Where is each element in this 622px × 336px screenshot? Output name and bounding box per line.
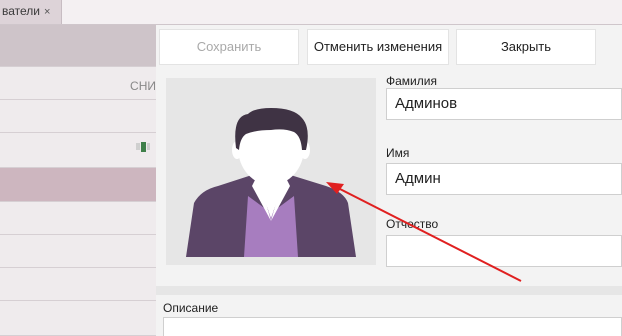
table-row[interactable] — [0, 301, 156, 336]
close-button[interactable]: Закрыть — [456, 29, 596, 65]
table-row[interactable] — [0, 67, 156, 100]
user-photo[interactable] — [166, 78, 376, 265]
tab-users[interactable]: ватели × — [0, 0, 62, 24]
patronymic-label: Отчество — [386, 217, 439, 231]
table-row[interactable] — [0, 268, 156, 301]
save-button[interactable]: Сохранить — [159, 29, 299, 65]
close-icon[interactable]: × — [44, 6, 50, 18]
name-field[interactable]: Админ — [386, 163, 622, 195]
table-row[interactable] — [0, 100, 156, 133]
cancel-changes-button[interactable]: Отменить изменения — [307, 29, 449, 65]
table-row-selected[interactable] — [0, 168, 156, 202]
user-edit-dialog: Сохранить Отменить изменения Закрыть Фам… — [156, 25, 622, 336]
patronymic-field[interactable] — [386, 235, 622, 267]
surname-field[interactable]: Админов — [386, 88, 622, 120]
surname-label: Фамилия — [386, 74, 437, 88]
table-row[interactable] — [0, 235, 156, 268]
name-label: Имя — [386, 146, 410, 160]
users-list-panel: СНИ — [0, 25, 156, 336]
avatar-icon — [186, 108, 356, 257]
tab-label: ватели — [2, 4, 40, 18]
table-row[interactable] — [0, 133, 156, 168]
list-toolbar — [0, 25, 156, 67]
section-divider — [156, 286, 622, 295]
tab-bar: ватели × — [0, 0, 622, 25]
description-label: Описание — [163, 301, 219, 315]
description-field[interactable] — [163, 317, 622, 336]
table-row[interactable] — [0, 202, 156, 235]
